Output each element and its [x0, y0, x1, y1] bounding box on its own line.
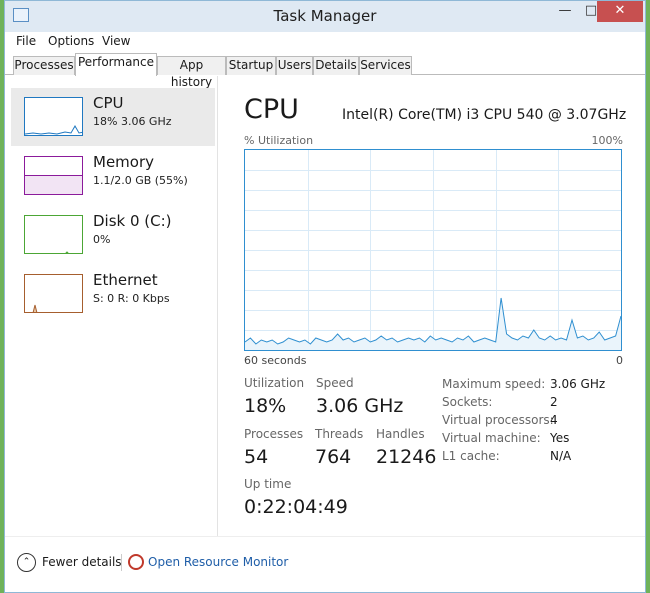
virtual-processors-value: 4	[550, 413, 558, 427]
close-button[interactable]: ✕	[597, 1, 643, 22]
disk-mini-sparkline	[65, 251, 69, 253]
footer-divider	[121, 554, 122, 571]
sidebar-item-label: Memory	[93, 153, 155, 171]
window-title: Task Manager	[273, 7, 377, 25]
sockets-key: Sockets:	[442, 395, 493, 409]
cpu-detail: CPU Intel(R) Core(TM) i3 CPU 540 @ 3.07G…	[219, 76, 645, 536]
resource-sidebar: CPU 18% 3.06 GHz Memory 1.1/2.0 GB (55%)…	[5, 76, 218, 536]
memory-mini-graph	[24, 156, 83, 195]
cpu-mini-sparkline	[25, 124, 82, 135]
cpu-model-name: Intel(R) Core(TM) i3 CPU 540 @ 3.07GHz	[342, 107, 627, 123]
uptime-label: Up time	[244, 477, 292, 491]
handles-value: 21246	[376, 446, 437, 468]
tab-processes[interactable]: Processes	[13, 56, 75, 75]
sidebar-item-label: Ethernet	[93, 271, 158, 289]
fewer-details-link[interactable]: Fewer details	[42, 555, 122, 569]
sockets-value: 2	[550, 395, 558, 409]
tab-bar: Processes Performance App history Startu…	[5, 52, 645, 89]
cpu-utilization-graph	[244, 149, 622, 351]
processes-label: Processes	[244, 427, 304, 441]
tab-users[interactable]: Users	[276, 56, 313, 75]
sidebar-item-cpu[interactable]: CPU 18% 3.06 GHz	[11, 88, 215, 146]
disk-mini-graph	[24, 215, 83, 254]
l1-cache-key: L1 cache:	[442, 449, 500, 463]
processes-value: 54	[244, 446, 269, 468]
axis-max-label: 100%	[591, 134, 623, 147]
threads-label: Threads	[315, 427, 364, 441]
virtual-machine-value: Yes	[550, 431, 570, 445]
open-resource-monitor-link[interactable]: Open Resource Monitor	[148, 555, 288, 569]
tab-performance[interactable]: Performance	[75, 53, 157, 76]
uptime-value: 0:22:04:49	[244, 496, 348, 518]
time-span-label: 60 seconds	[244, 354, 307, 367]
threads-value: 764	[315, 446, 352, 468]
memory-mini-fill	[25, 175, 82, 194]
menu-view[interactable]: View	[102, 34, 130, 48]
virtual-machine-key: Virtual machine:	[442, 431, 541, 445]
cpu-mini-graph	[24, 97, 83, 136]
sidebar-item-value: 1.1/2.0 GB (55%)	[93, 174, 188, 187]
tab-startup[interactable]: Startup	[226, 56, 276, 75]
utilization-label: Utilization	[244, 376, 305, 390]
utilization-value: 18%	[244, 395, 287, 417]
page-title: CPU	[244, 94, 299, 125]
max-speed-value: 3.06 GHz	[550, 377, 606, 391]
tab-details[interactable]: Details	[313, 56, 359, 75]
menu-options[interactable]: Options	[48, 34, 94, 48]
l1-cache-value: N/A	[550, 449, 572, 463]
title-bar: Task Manager — □ ✕	[5, 1, 645, 32]
sidebar-item-value: S: 0 R: 0 Kbps	[93, 292, 170, 305]
task-manager-window: Task Manager — □ ✕ File Options View Pro…	[4, 0, 646, 593]
speed-label: Speed	[316, 376, 354, 390]
performance-panel: CPU 18% 3.06 GHz Memory 1.1/2.0 GB (55%)…	[5, 76, 645, 536]
cpu-history-plot	[244, 150, 622, 350]
ethernet-mini-sparkline	[32, 304, 38, 312]
sidebar-item-ethernet[interactable]: Ethernet S: 0 R: 0 Kbps	[11, 265, 215, 323]
speed-value: 3.06 GHz	[316, 395, 404, 417]
menu-file[interactable]: File	[16, 34, 36, 48]
handles-label: Handles	[376, 427, 425, 441]
ethernet-mini-graph	[24, 274, 83, 313]
tab-services[interactable]: Services	[359, 56, 412, 75]
sidebar-item-label: Disk 0 (C:)	[93, 212, 172, 230]
virtual-processors-key: Virtual processors:	[442, 413, 554, 427]
menu-bar: File Options View	[5, 32, 645, 52]
sidebar-item-disk[interactable]: Disk 0 (C:) 0%	[11, 206, 215, 264]
axis-min-label: 0	[616, 354, 623, 367]
sidebar-item-value: 0%	[93, 233, 111, 246]
sidebar-item-label: CPU	[93, 94, 124, 112]
tab-app-history[interactable]: App history	[157, 56, 226, 89]
sidebar-item-memory[interactable]: Memory 1.1/2.0 GB (55%)	[11, 147, 215, 205]
minimize-button[interactable]: —	[553, 1, 577, 22]
footer-bar: ⌃ Fewer details Open Resource Monitor	[5, 536, 645, 592]
sidebar-item-value: 18% 3.06 GHz	[93, 115, 172, 128]
chevron-up-icon[interactable]: ⌃	[17, 553, 36, 572]
utilization-axis-label: % Utilization	[244, 134, 314, 147]
resource-monitor-icon[interactable]	[128, 554, 144, 570]
max-speed-key: Maximum speed:	[442, 377, 546, 391]
